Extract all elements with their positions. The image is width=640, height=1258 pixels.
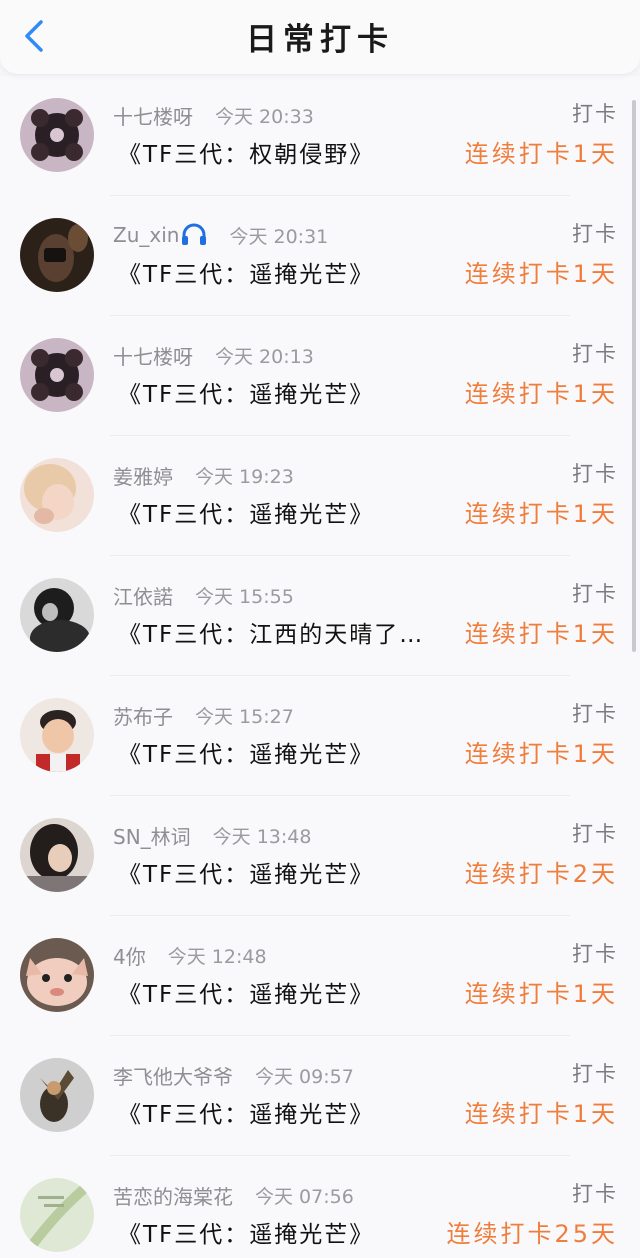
row-meta: 苏布子 今天 15:27 <box>113 700 294 730</box>
timestamp: 今天 09:57 <box>255 1065 354 1088</box>
timestamp: 今天 19:23 <box>195 465 294 488</box>
row-meta: 姜雅婷 今天 19:23 <box>113 460 294 490</box>
checkin-action[interactable]: 打卡 <box>572 698 618 728</box>
row-meta: SN_林词 今天 13:48 <box>113 820 311 850</box>
timestamp: 今天 15:55 <box>195 585 294 608</box>
row-meta: 苦恋的海棠花 今天 07:56 <box>113 1180 354 1210</box>
page-title: 日常打卡 <box>246 22 394 58</box>
topic-title: 《TF三代：遥掩光芒》 <box>118 982 375 1008</box>
checkin-row[interactable]: 十七楼呀 今天 20:13 《TF三代：遥掩光芒》 打卡 连续打卡1天 <box>0 316 640 436</box>
username[interactable]: 姜雅婷 <box>113 461 173 490</box>
checkin-action[interactable]: 打卡 <box>572 98 618 128</box>
timestamp: 今天 20:13 <box>215 345 314 368</box>
streak-label: 连续打卡25天 <box>446 1220 618 1248</box>
topic-title: 《TF三代：江西的天晴了… <box>118 622 425 648</box>
timestamp: 今天 20:33 <box>215 105 314 128</box>
avatar[interactable] <box>20 818 94 892</box>
streak-label: 连续打卡1天 <box>464 620 618 648</box>
avatar[interactable] <box>20 98 94 172</box>
username[interactable]: SN_林词 <box>113 821 191 850</box>
checkin-row[interactable]: 姜雅婷 今天 19:23 《TF三代：遥掩光芒》 打卡 连续打卡1天 <box>0 436 640 556</box>
checkin-row[interactable]: Zu_xin 今天 20:31 《TF三代：遥掩光芒》 打卡 连续打卡1天 <box>0 196 640 316</box>
topic-title: 《TF三代：遥掩光芒》 <box>118 502 375 528</box>
timestamp: 今天 12:48 <box>167 945 267 968</box>
checkin-row[interactable]: 苏布子 今天 15:27 《TF三代：遥掩光芒》 打卡 连续打卡1天 <box>0 676 640 796</box>
topic-title: 《TF三代：权朝侵野》 <box>118 142 375 168</box>
avatar[interactable] <box>20 458 94 532</box>
checkin-row[interactable]: 苦恋的海棠花 今天 07:56 《TF三代：遥掩光芒》 打卡 连续打卡25天 <box>0 1156 640 1258</box>
username[interactable]: 苦恋的海棠花 <box>113 1181 233 1210</box>
streak-label: 连续打卡1天 <box>464 740 618 768</box>
row-meta: Zu_xin 今天 20:31 <box>113 220 328 250</box>
avatar[interactable] <box>20 938 94 1012</box>
checkin-action[interactable]: 打卡 <box>572 458 618 488</box>
scrollbar[interactable] <box>632 100 636 652</box>
app: 日常打卡 十七楼呀 今天 20:33 《TF三代：权朝侵野》 打卡 连续打卡1天 <box>0 0 640 1258</box>
row-meta: 十七楼呀 今天 20:33 <box>113 100 314 130</box>
streak-label: 连续打卡1天 <box>464 380 618 408</box>
row-meta: 十七楼呀 今天 20:13 <box>113 340 314 370</box>
timestamp: 今天 13:48 <box>212 825 312 848</box>
checkin-row[interactable]: 十七楼呀 今天 20:33 《TF三代：权朝侵野》 打卡 连续打卡1天 <box>0 76 640 196</box>
checkin-action[interactable]: 打卡 <box>572 338 618 368</box>
username[interactable]: Zu_xin <box>113 223 207 247</box>
headphones-icon <box>182 223 207 245</box>
checkin-row[interactable]: 江依諾 今天 15:55 《TF三代：江西的天晴了… 打卡 连续打卡1天 <box>0 556 640 676</box>
header: 日常打卡 <box>0 0 640 75</box>
username[interactable]: 4你 <box>113 941 146 970</box>
checkin-action[interactable]: 打卡 <box>572 1058 618 1088</box>
timestamp: 今天 15:27 <box>195 705 294 728</box>
streak-label: 连续打卡1天 <box>464 500 618 528</box>
checkin-action[interactable]: 打卡 <box>572 578 618 608</box>
username[interactable]: 李飞他大爷爷 <box>113 1061 233 1090</box>
checkin-action[interactable]: 打卡 <box>572 938 618 968</box>
topic-title: 《TF三代：遥掩光芒》 <box>118 862 375 888</box>
timestamp: 今天 20:31 <box>229 225 329 248</box>
avatar[interactable] <box>20 1178 94 1252</box>
avatar[interactable] <box>20 1058 94 1132</box>
checkin-row[interactable]: SN_林词 今天 13:48 《TF三代：遥掩光芒》 打卡 连续打卡2天 <box>0 796 640 916</box>
row-meta: 4你 今天 12:48 <box>113 940 267 970</box>
streak-label: 连续打卡2天 <box>464 860 618 888</box>
checkin-action[interactable]: 打卡 <box>572 818 618 848</box>
topic-title: 《TF三代：遥掩光芒》 <box>118 1102 375 1128</box>
avatar[interactable] <box>20 698 94 772</box>
topic-title: 《TF三代：遥掩光芒》 <box>118 1222 375 1248</box>
streak-label: 连续打卡1天 <box>464 260 618 288</box>
checkin-row[interactable]: 李飞他大爷爷 今天 09:57 《TF三代：遥掩光芒》 打卡 连续打卡1天 <box>0 1036 640 1156</box>
topic-title: 《TF三代：遥掩光芒》 <box>118 262 375 288</box>
avatar[interactable] <box>20 218 94 292</box>
username[interactable]: 十七楼呀 <box>113 101 193 130</box>
checkin-action[interactable]: 打卡 <box>572 218 618 248</box>
checkin-row[interactable]: 4你 今天 12:48 《TF三代：遥掩光芒》 打卡 连续打卡1天 <box>0 916 640 1036</box>
username[interactable]: 十七楼呀 <box>113 341 193 370</box>
row-meta: 李飞他大爷爷 今天 09:57 <box>113 1060 354 1090</box>
checkin-action[interactable]: 打卡 <box>572 1178 618 1208</box>
streak-label: 连续打卡1天 <box>464 140 618 168</box>
topic-title: 《TF三代：遥掩光芒》 <box>118 742 375 768</box>
avatar[interactable] <box>20 338 94 412</box>
row-meta: 江依諾 今天 15:55 <box>113 580 294 610</box>
topic-title: 《TF三代：遥掩光芒》 <box>118 382 375 408</box>
streak-label: 连续打卡1天 <box>464 1100 618 1128</box>
username[interactable]: 苏布子 <box>113 701 173 730</box>
username-text: Zu_xin <box>113 223 180 247</box>
timestamp: 今天 07:56 <box>255 1185 354 1208</box>
streak-label: 连续打卡1天 <box>464 980 618 1008</box>
username[interactable]: 江依諾 <box>113 581 173 610</box>
checkin-list: 十七楼呀 今天 20:33 《TF三代：权朝侵野》 打卡 连续打卡1天 Zu_x… <box>0 76 640 1258</box>
avatar[interactable] <box>20 578 94 652</box>
